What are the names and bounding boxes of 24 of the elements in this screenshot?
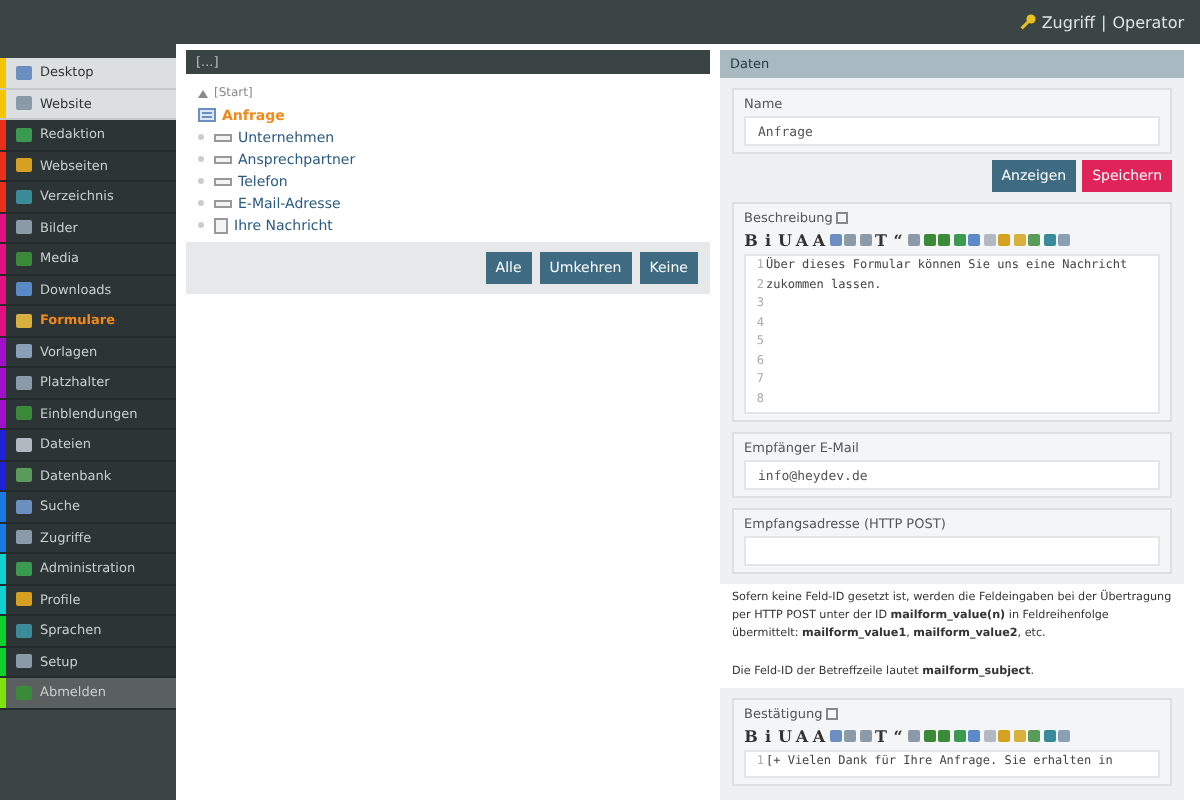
format-button[interactable]: A: [795, 230, 809, 250]
user-name: Operator: [1112, 13, 1184, 31]
format-button[interactable]: T: [874, 230, 888, 250]
edit-icon[interactable]: [826, 708, 839, 720]
format-button[interactable]: B: [744, 726, 758, 746]
format-button[interactable]: “: [891, 726, 905, 746]
format-button[interactable]: B: [744, 230, 758, 250]
format-button[interactable]: A: [812, 230, 826, 250]
edit-icon[interactable]: [836, 212, 849, 224]
format-button[interactable]: A: [812, 726, 826, 746]
format-button[interactable]: T: [874, 726, 888, 746]
form-icon: [198, 108, 216, 122]
triangle-icon: [198, 89, 208, 97]
format-button[interactable]: U: [778, 726, 792, 746]
textarea-icon: [214, 217, 228, 233]
format-button[interactable]: i: [761, 726, 775, 746]
format-button[interactable]: A: [795, 726, 809, 746]
access-link[interactable]: Zugriff: [1041, 13, 1095, 31]
format-button[interactable]: “: [891, 230, 905, 250]
address-field[interactable]: [744, 536, 1160, 566]
separator-text: |: [1100, 13, 1107, 31]
key-icon: [1019, 14, 1036, 30]
format-button[interactable]: i: [761, 230, 775, 250]
format-button[interactable]: U: [778, 230, 792, 250]
